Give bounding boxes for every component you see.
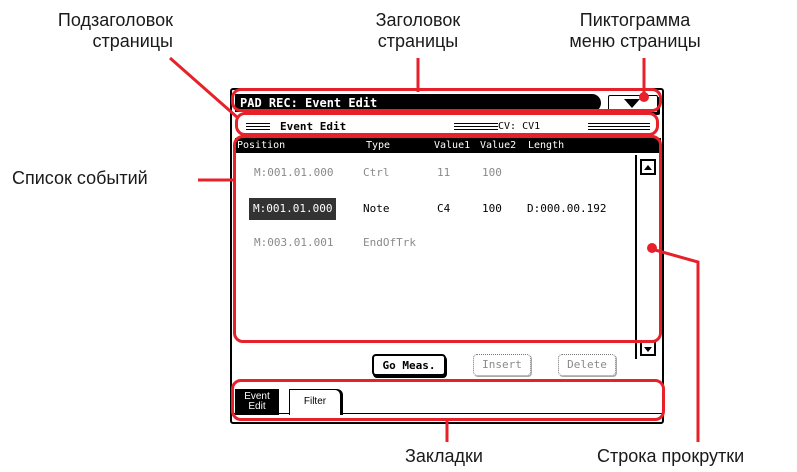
dot-scrollbar [647,243,657,253]
leader-scrollbar [654,248,700,442]
leader-lines [169,56,700,442]
dot-menu-icon [639,92,649,102]
leader-subheader [169,56,239,120]
